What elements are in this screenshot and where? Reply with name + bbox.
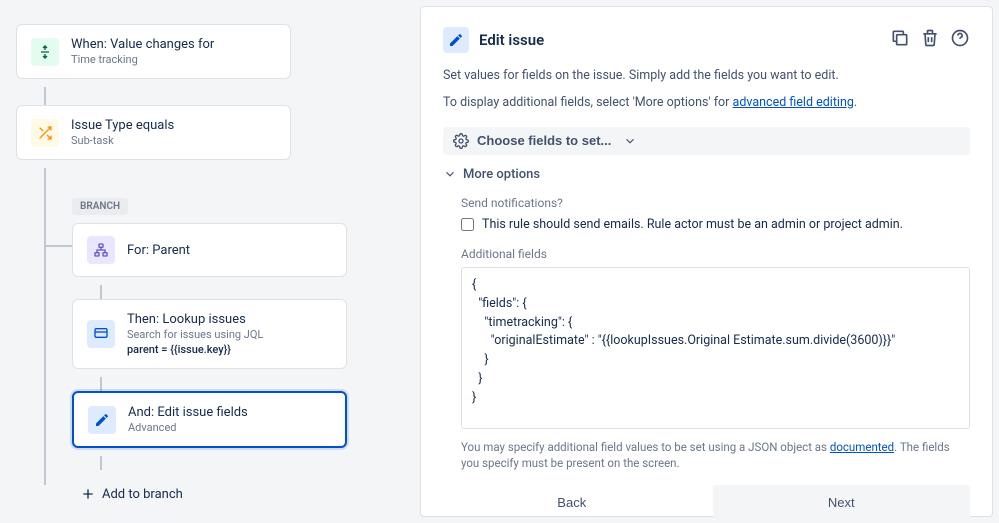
more-options-label: More options [463, 167, 540, 182]
send-notifications-checkbox[interactable] [461, 218, 474, 231]
panel-title: Edit issue [479, 31, 890, 49]
edit-issue-node[interactable]: And: Edit issue fields Advanced [72, 391, 347, 448]
chevron-down-icon [443, 167, 457, 181]
copy-icon[interactable] [890, 28, 910, 52]
edit-issue-subtitle: Advanced [128, 421, 248, 434]
hierarchy-icon [87, 236, 115, 264]
monitor-icon [87, 320, 115, 348]
for-parent-title: For: Parent [127, 243, 190, 258]
advanced-editing-link[interactable]: advanced field editing [733, 95, 854, 110]
add-to-branch-button[interactable]: Add to branch [72, 480, 347, 508]
panel-desc1: Set values for fields on the issue. Simp… [443, 67, 970, 86]
condition-title: Issue Type equals [71, 118, 174, 133]
additional-fields-label: Additional fields [461, 247, 970, 261]
trigger-subtitle: Time tracking [71, 53, 214, 66]
pencil-icon [443, 27, 469, 53]
back-button[interactable]: Back [443, 485, 701, 519]
send-notifications-label: Send notifications? [461, 196, 970, 210]
edit-issue-panel: Edit issue Set values for fields on the … [420, 6, 993, 517]
trigger-node[interactable]: When: Value changes for Time tracking [16, 24, 291, 79]
lookup-title: Then: Lookup issues [127, 312, 263, 327]
more-options-toggle[interactable]: More options [443, 167, 970, 182]
lookup-subtitle: Search for issues using JQL [127, 328, 263, 341]
choose-fields-label: Choose fields to set... [477, 133, 611, 148]
trigger-title: When: Value changes for [71, 37, 214, 52]
lookup-node[interactable]: Then: Lookup issues Search for issues us… [72, 299, 347, 369]
trash-icon[interactable] [920, 28, 940, 52]
edit-issue-title: And: Edit issue fields [128, 405, 248, 420]
bolt-icon [31, 38, 59, 66]
additional-fields-textarea[interactable] [461, 267, 970, 429]
lookup-query: parent = {{issue.key}} [127, 343, 263, 356]
additional-fields-help: You may specify additional field values … [461, 439, 970, 471]
condition-subtitle: Sub-task [71, 134, 174, 147]
shuffle-icon [31, 119, 59, 147]
send-notifications-text: This rule should send emails. Rule actor… [482, 216, 903, 234]
chevron-down-icon [623, 134, 637, 148]
branch-tag: BRANCH [72, 198, 128, 215]
help-icon[interactable] [950, 28, 970, 52]
documented-link[interactable]: documented [830, 440, 894, 454]
condition-node[interactable]: Issue Type equals Sub-task [16, 105, 291, 160]
panel-desc2: To display additional fields, select 'Mo… [443, 94, 970, 113]
next-button[interactable]: Next [713, 485, 971, 519]
pencil-icon [88, 406, 116, 434]
choose-fields-button[interactable]: Choose fields to set... [443, 127, 970, 155]
for-parent-node[interactable]: For: Parent [72, 223, 347, 277]
add-to-branch-label: Add to branch [102, 487, 183, 502]
